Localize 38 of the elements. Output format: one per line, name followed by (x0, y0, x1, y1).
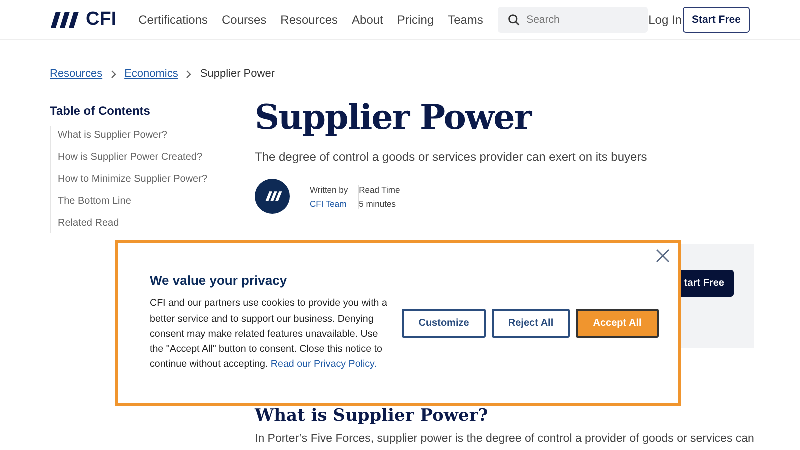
nav-link[interactable]: Certifications (138, 12, 208, 26)
toc-link[interactable]: How is Supplier Power Created? (58, 152, 255, 163)
breadcrumb-link[interactable]: Economics (124, 68, 178, 80)
toc-link[interactable]: What is Supplier Power? (58, 130, 255, 141)
toc-title: Table of Contents (50, 104, 152, 118)
toc-link[interactable]: The Bottom Line (58, 196, 255, 207)
breadcrumb-link[interactable]: Resources (50, 68, 103, 80)
chevron-icon (186, 70, 192, 78)
written-by-label: Written by (310, 184, 348, 194)
cookie-text: CFI and our partners use cookies to provide you with a better service and to support our business. Denying consent may make related features unavailable. Use the "Accept All" button to consent. Close this notice to continue without accepting. Read our Privacy Policy. (150, 297, 388, 372)
search-field[interactable]: Search (498, 6, 648, 32)
close-icon (656, 249, 670, 263)
nav-link[interactable]: Courses (222, 12, 267, 26)
article-title: Supplier Power (255, 98, 534, 138)
cookie-button[interactable]: Customize (402, 308, 486, 338)
start-free-button[interactable]: Start Free (682, 6, 750, 32)
search-icon (508, 14, 520, 26)
close-button[interactable] (654, 247, 672, 265)
cookie-title: We value your privacy (150, 273, 288, 288)
author-link[interactable]: CFI Team (310, 198, 348, 208)
read-time-value: 5 minutes (359, 198, 397, 208)
chevron-icon (110, 70, 117, 78)
logo-text[interactable]: CFI (86, 8, 117, 30)
login-link[interactable]: Log In (648, 12, 682, 26)
section-heading: What is Supplier Power? (255, 407, 490, 427)
toc-link[interactable]: Related Read (58, 218, 255, 229)
toc-link[interactable]: How to Minimize Supplier Power? (58, 174, 255, 185)
privacy-policy-link[interactable]: Read our Privacy Policy. (270, 359, 377, 370)
nav-link[interactable]: Teams (448, 12, 484, 26)
nav-link[interactable]: Resources (280, 12, 338, 26)
read-time-label: Read Time (359, 184, 400, 194)
cookie-button[interactable]: Reject All (492, 308, 570, 338)
breadcrumb-current: Supplier Power (200, 68, 275, 80)
article-subtitle: The degree of control a goods or services provider can exert on its buyers (255, 150, 648, 164)
nav-link[interactable]: Pricing (397, 12, 434, 26)
paragraph: In Porter’s Five Forces, supplier power is the degree of control a provider of goods or services can (255, 432, 754, 445)
author-avatar-icon (255, 179, 290, 214)
nav-link[interactable]: About (352, 12, 384, 26)
